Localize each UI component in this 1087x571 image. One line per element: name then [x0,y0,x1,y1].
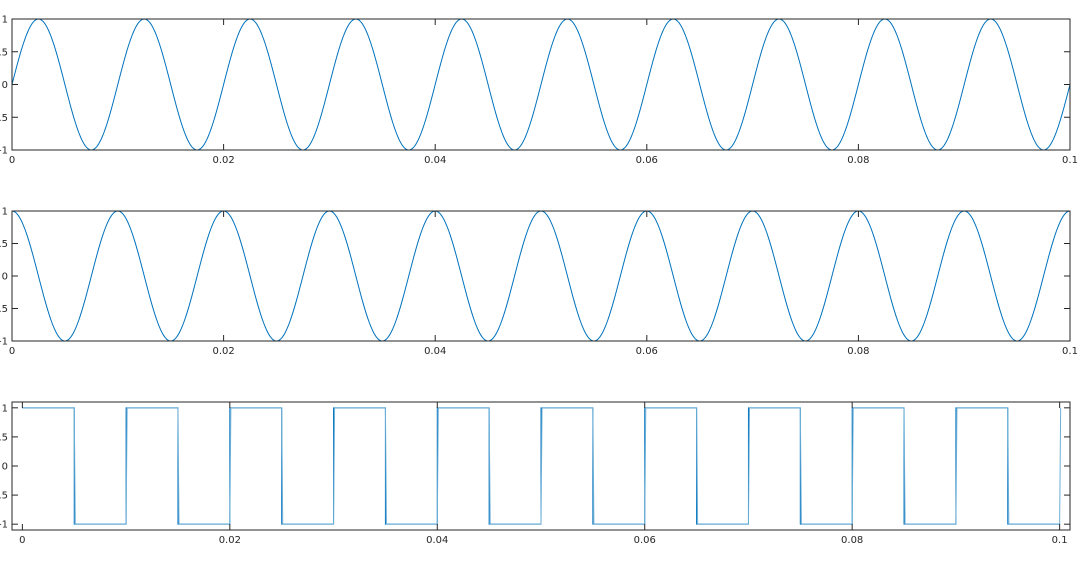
y-tick-label: 1 [2,15,8,26]
subplot-1: 0 0.02 0.04 0.06 0.08 0.1 -1 -0.5 0 0.5 1 [0,15,1078,167]
x-tick-label: 0.04 [426,535,448,546]
figure: 0 0.02 0.04 0.06 0.08 0.1 -1 -0.5 0 0.5 1 0 0.02 0.04… [0,15,1078,547]
x-tick-label: 0.02 [212,155,234,166]
x-tick-label: 0.1 [1052,535,1068,546]
y-tick-label: 0 [2,272,8,283]
x-tick-label: 0.02 [219,535,241,546]
axes-box [11,210,1071,342]
x-tick-label: 0 [19,535,25,546]
x-tick-label: 0.02 [212,346,234,357]
y-tick-label: -0.5 [0,304,8,315]
y-tick-label: 0.5 [0,432,8,443]
x-tick-label: 0.04 [424,346,446,357]
y-tick-label: 1 [2,403,8,414]
x-tick-label: 0.1 [1062,346,1078,357]
y-tick-label: 0 [2,80,8,91]
y-tick-label: -0.5 [0,491,8,502]
x-tick-label: 0.08 [841,535,863,546]
x-tick-label: 0.1 [1062,155,1078,166]
x-tick-label: 0.04 [424,155,446,166]
series-line-1 [11,210,1071,342]
x-tick-label: 0.06 [634,535,656,546]
subplot-3: 0 0.02 0.04 0.06 0.08 0.1 -1 -0.5 0 0.5 1 [0,401,1071,546]
x-tick-label: 0.06 [636,155,658,166]
x-tick-label: 0.08 [847,155,869,166]
x-tick-label: 0 [9,155,15,166]
y-tick-label: -1 [0,337,8,348]
x-tick-label: 0.08 [847,346,869,357]
x-tick-label: 0.06 [636,346,658,357]
x-tick-label: 0 [9,346,15,357]
y-tick-label: 1 [2,207,8,218]
series-line-1 [11,18,1071,151]
y-tick-label: -1 [0,520,8,531]
y-tick-label: 0 [2,462,8,473]
y-tick-label: -0.5 [0,113,8,124]
y-tick-label: -1 [0,146,8,157]
y-tick-label: 0.5 [0,239,8,250]
subplot-2: 0 0.02 0.04 0.06 0.08 0.1 -1 -0.5 0 0.5 1 [0,207,1078,358]
y-tick-label: 0.5 [0,47,8,58]
